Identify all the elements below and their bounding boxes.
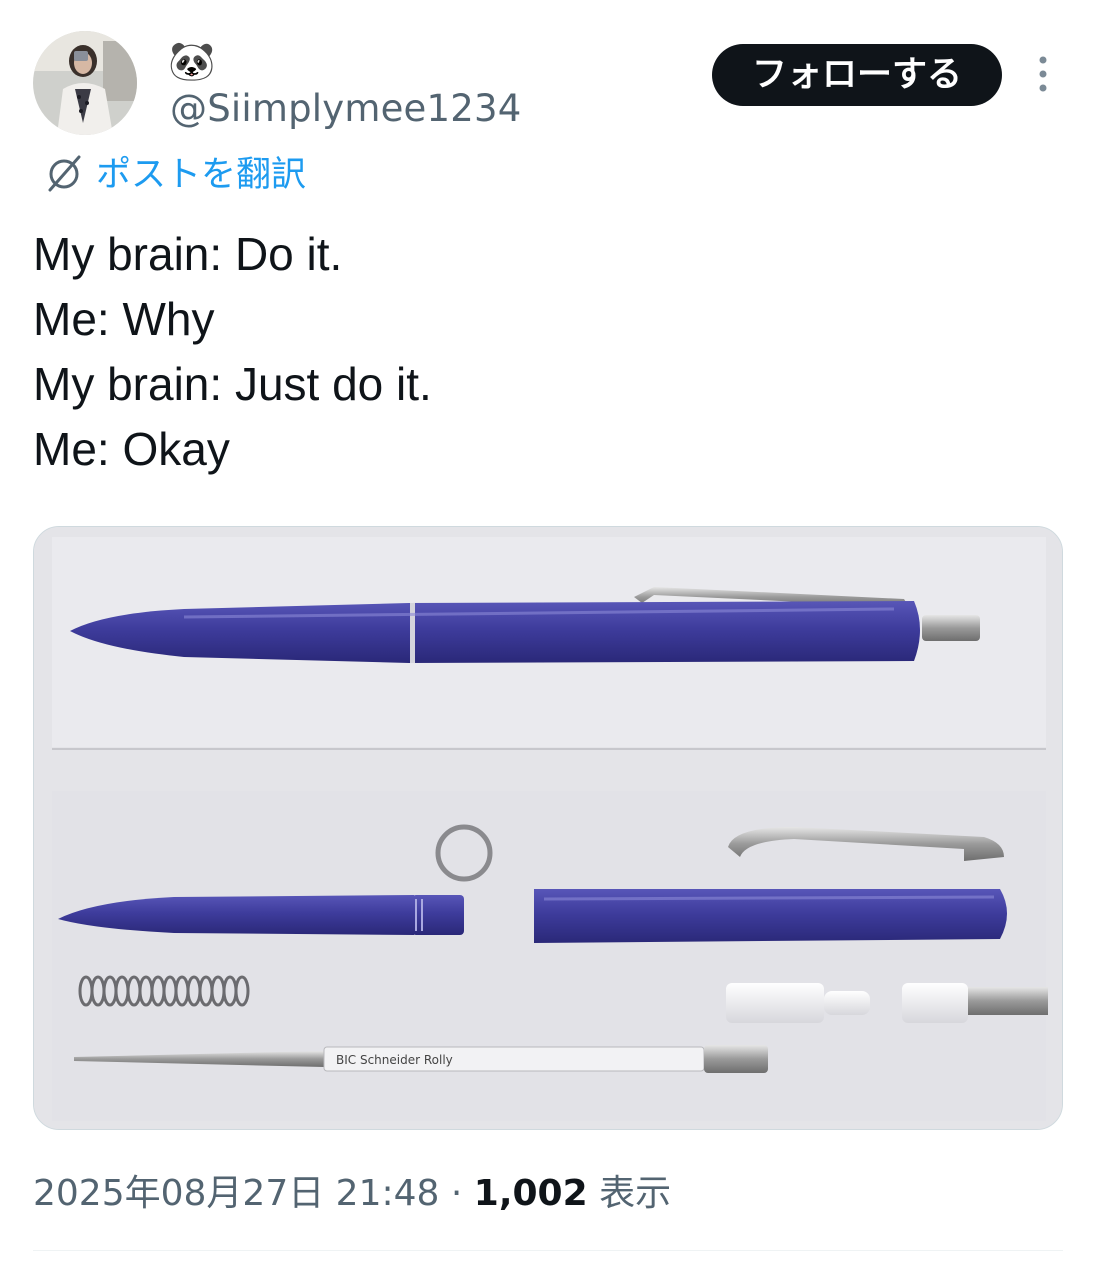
more-vertical-icon[interactable] — [1026, 54, 1060, 94]
user-handle[interactable]: @Siimplymee1234 — [170, 86, 521, 132]
tweet-meta: 2025年08月27日 21:48 · 1,002 表示 — [33, 1168, 671, 1220]
tweet-line: My brain: Just do it. — [33, 358, 432, 410]
view-label: 表示 — [587, 1173, 672, 1214]
avatar[interactable] — [33, 31, 137, 135]
timestamp[interactable]: 2025年08月27日 21:48 — [33, 1173, 439, 1214]
tweet-line: Me: Okay — [33, 423, 230, 475]
translate-link[interactable]: ポストを翻訳 — [44, 152, 306, 198]
tweet-line: Me: Why — [33, 293, 215, 345]
follow-button[interactable]: フォローする — [712, 44, 1002, 106]
tweet-media-image[interactable]: BIC Schneider Rolly — [33, 526, 1063, 1130]
globe-slash-icon — [44, 153, 84, 197]
refill-print: BIC Schneider Rolly — [336, 1053, 453, 1067]
tweet-text: My brain: Do it. Me: Why My brain: Just … — [33, 222, 1063, 482]
tweet-line: My brain: Do it. — [33, 228, 343, 280]
translate-label: ポストを翻訳 — [96, 155, 307, 195]
display-name[interactable]: 🐼 — [168, 38, 215, 84]
view-count: 1,002 — [473, 1173, 588, 1214]
meta-separator: · — [439, 1173, 474, 1214]
divider — [33, 1250, 1063, 1251]
